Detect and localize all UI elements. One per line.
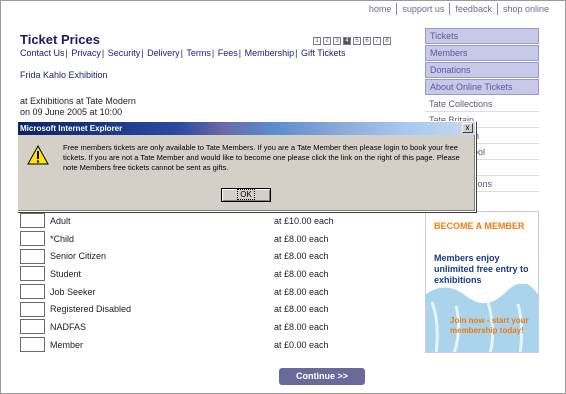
- ticket-list: Adult at £10.00 each *Child at £8.00 eac…: [20, 212, 340, 354]
- ticket-price: at £8.00 each: [274, 304, 329, 315]
- ticket-price: at £8.00 each: [274, 321, 329, 332]
- table-row: NADFAS at £8.00 each: [20, 318, 340, 336]
- step-6: 6: [363, 37, 371, 45]
- ticket-type: NADFAS: [50, 321, 87, 332]
- step-2: 2: [323, 37, 331, 45]
- step-5: 5: [353, 37, 361, 45]
- quantity-input[interactable]: [20, 213, 45, 229]
- table-row: Student at £8.00 each: [20, 265, 340, 283]
- subnav-gift-tickets-link[interactable]: Gift Tickets: [301, 48, 346, 58]
- ok-button[interactable]: OK: [221, 188, 271, 202]
- ticket-type: Member: [50, 339, 84, 350]
- banner-body: Members enjoy unlimited free entry to ex…: [434, 253, 529, 285]
- sidebar-item-tickets[interactable]: Tickets: [425, 28, 539, 44]
- page-title: Ticket Prices: [20, 32, 100, 47]
- quantity-input[interactable]: [20, 248, 45, 264]
- table-row: Job Seeker at £8.00 each: [20, 283, 340, 301]
- subnav-delivery-link[interactable]: Delivery: [147, 48, 180, 58]
- banner-cta[interactable]: Join now - start your membership today!: [450, 316, 536, 336]
- step-8: 8: [383, 37, 391, 45]
- top-navigation: home support us feedback shop online: [364, 3, 554, 15]
- table-row: Member at £0.00 each: [20, 336, 340, 354]
- quantity-input[interactable]: [20, 319, 45, 335]
- nav-home-link[interactable]: home: [364, 3, 397, 15]
- sub-navigation: Contact Us| Privacy| Security| Delivery|…: [20, 48, 346, 58]
- subnav-contact-link[interactable]: Contact Us: [20, 48, 65, 58]
- dialog-message: Free members tickets are only available …: [63, 143, 460, 172]
- sidebar-item-about[interactable]: About Online Tickets: [425, 79, 539, 95]
- ticket-price: at £10.00 each: [274, 215, 334, 226]
- nav-support-link[interactable]: support us: [396, 3, 449, 15]
- subnav-membership-link[interactable]: Membership: [245, 48, 295, 58]
- banner-headline: BECOME A MEMBER: [434, 221, 525, 231]
- subnav-fees-link[interactable]: Fees: [218, 48, 238, 58]
- table-row: *Child at £8.00 each: [20, 230, 340, 248]
- step-4: 4: [343, 37, 351, 45]
- sidebar-link-collections[interactable]: Tate Collections: [425, 96, 539, 112]
- ticket-type: Student: [50, 268, 82, 279]
- step-7: 7: [373, 37, 381, 45]
- event-details: at Exhibitions at Tate Modern on 09 June…: [20, 96, 136, 118]
- quantity-input[interactable]: [20, 301, 45, 317]
- table-row: Registered Disabled at £8.00 each: [20, 300, 340, 318]
- venue-text: at Exhibitions at Tate Modern: [20, 96, 136, 106]
- exhibition-name: Frida Kahlo Exhibition: [20, 70, 108, 80]
- ticket-price: at £8.00 each: [274, 268, 329, 279]
- alert-dialog: Microsoft Internet Explorer x Free membe…: [17, 121, 476, 212]
- dialog-title: Microsoft Internet Explorer: [18, 122, 475, 135]
- step-indicator: 1 2 3 4 5 6 7 8: [313, 37, 391, 45]
- subnav-security-link[interactable]: Security: [108, 48, 141, 58]
- date-text: on 09 June 2005 at 10:00: [20, 107, 123, 117]
- table-row: Senior Citizen at £8.00 each: [20, 247, 340, 265]
- quantity-input[interactable]: [20, 266, 45, 282]
- sidebar-item-donations[interactable]: Donations: [425, 62, 539, 78]
- continue-button[interactable]: Continue >>: [279, 368, 365, 385]
- ticket-price: at £8.00 each: [274, 233, 329, 244]
- table-row: Adult at £10.00 each: [20, 212, 340, 230]
- quantity-input[interactable]: [20, 231, 45, 247]
- quantity-input[interactable]: [20, 284, 45, 300]
- ticket-type: Registered Disabled: [50, 304, 132, 315]
- ticket-price: at £8.00 each: [274, 286, 329, 297]
- ticket-type: *Child: [50, 233, 75, 244]
- step-1: 1: [313, 37, 321, 45]
- nav-feedback-link[interactable]: feedback: [449, 3, 497, 15]
- step-3: 3: [333, 37, 341, 45]
- quantity-input[interactable]: [20, 337, 45, 353]
- nav-shop-link[interactable]: shop online: [496, 3, 554, 15]
- close-icon[interactable]: x: [462, 123, 473, 133]
- subnav-terms-link[interactable]: Terms: [186, 48, 211, 58]
- membership-banner[interactable]: BECOME A MEMBER Members enjoy unlimited …: [425, 211, 539, 353]
- warning-icon: [27, 145, 49, 165]
- ticket-type: Senior Citizen: [50, 251, 107, 262]
- sidebar-item-members[interactable]: Members: [425, 45, 539, 61]
- ok-button-label: OK: [237, 189, 255, 200]
- ticket-price: at £0.00 each: [274, 339, 329, 350]
- ticket-price: at £8.00 each: [274, 251, 329, 262]
- ticket-type: Job Seeker: [50, 286, 96, 297]
- ticket-type: Adult: [50, 215, 71, 226]
- subnav-privacy-link[interactable]: Privacy: [71, 48, 101, 58]
